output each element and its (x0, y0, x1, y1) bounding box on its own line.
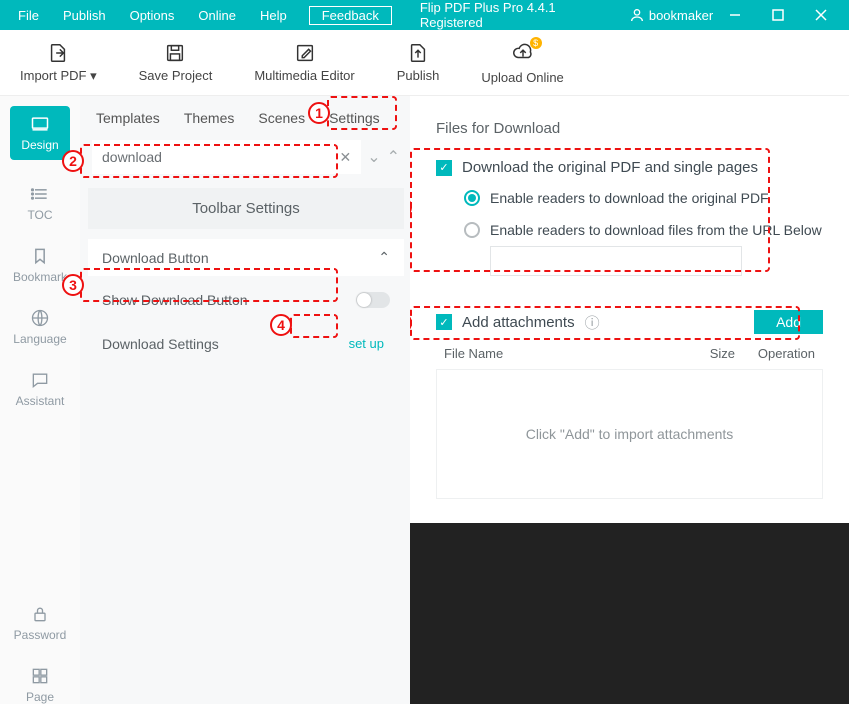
label-download-original: Download the original PDF and single pag… (462, 159, 758, 176)
section-toolbar-settings: Toolbar Settings (88, 188, 404, 229)
monitor-icon (30, 114, 50, 134)
label-download-settings: Download Settings (102, 336, 219, 352)
menu-publish[interactable]: Publish (51, 8, 118, 23)
window-maximize[interactable] (756, 0, 799, 30)
annotation-6: 6 (410, 312, 412, 334)
tab-toc[interactable]: TOC (10, 184, 70, 222)
dialog-title: Files for Download (436, 120, 823, 137)
window-minimize[interactable] (713, 0, 756, 30)
cloud-upload-icon (512, 41, 534, 63)
tab-design[interactable]: Design (10, 106, 70, 160)
accordion-download-button[interactable]: Download Button ⌃ (88, 239, 404, 276)
row-download-original: ✓ Download the original PDF and single p… (436, 159, 823, 176)
tab-themes[interactable]: Themes (184, 110, 235, 126)
annotation-1: 1 (308, 102, 330, 124)
publish-icon (407, 42, 429, 64)
label-show-download-button: Show Download Button (102, 292, 248, 308)
menu-file[interactable]: File (6, 8, 51, 23)
tab-scenes[interactable]: Scenes (258, 110, 305, 126)
label-radio-original: Enable readers to download the original … (490, 190, 769, 206)
download-mode-radiogroup: Enable readers to download the original … (436, 190, 823, 238)
label-add-attachments: Add attachments (462, 314, 575, 331)
menu-options[interactable]: Options (118, 8, 187, 23)
row-download-settings: Download Settings set up (88, 324, 404, 363)
chat-icon (30, 370, 50, 390)
username: bookmaker (649, 8, 713, 23)
save-icon (164, 42, 186, 64)
expand-all-icon[interactable]: ⌄ (367, 147, 380, 167)
add-attachment-button[interactable]: Add (754, 310, 823, 334)
collapse-all-icon[interactable]: ⌃ (387, 147, 400, 167)
radio-original-pdf[interactable] (464, 190, 480, 206)
row-show-download-button: Show Download Button (88, 282, 404, 318)
radio-from-url[interactable] (464, 222, 480, 238)
label-radio-url: Enable readers to download files from th… (490, 222, 822, 238)
annotation-3: 3 (62, 274, 84, 296)
menu-help[interactable]: Help (248, 8, 299, 23)
publish-button[interactable]: Publish (397, 42, 440, 83)
grid-icon (30, 666, 50, 686)
attachments-table-empty: Click "Add" to import attachments (436, 369, 823, 499)
menu-online[interactable]: Online (186, 8, 248, 23)
feedback-button[interactable]: Feedback (309, 6, 392, 25)
checkbox-add-attachments[interactable]: ✓ (436, 314, 452, 330)
tab-page[interactable]: Page (10, 666, 70, 704)
upload-online-button[interactable]: Upload Online (481, 41, 563, 85)
import-pdf-button[interactable]: Import PDF ▾ (20, 42, 97, 84)
user-account[interactable]: bookmaker (629, 7, 713, 23)
multimedia-editor-button[interactable]: Multimedia Editor (254, 42, 354, 83)
annotation-4: 4 (270, 314, 292, 336)
search-box[interactable]: ✕ (92, 140, 361, 174)
globe-icon (30, 308, 50, 328)
app-title: Flip PDF Plus Pro 4.4.1 Registered (420, 0, 619, 30)
window-close[interactable] (800, 0, 843, 30)
checkbox-download-original[interactable]: ✓ (436, 160, 452, 176)
tab-language[interactable]: Language (10, 308, 70, 346)
col-file-name: File Name (444, 346, 685, 361)
save-project-button[interactable]: Save Project (139, 42, 213, 83)
panel-tabs: Templates Themes Scenes Settings (88, 110, 404, 140)
settings-panel: Templates Themes Scenes Settings ✕ ⌄ ⌃ T… (80, 96, 410, 704)
tab-templates[interactable]: Templates (96, 110, 160, 126)
tab-settings[interactable]: Settings (329, 110, 380, 126)
download-files-dialog: Files for Download ✓ Download the origin… (410, 96, 849, 523)
toggle-show-download[interactable] (356, 292, 390, 308)
right-panel-backdrop: ✕ Files for Download ✓ Download the orig… (410, 96, 849, 704)
annotation-2: 2 (62, 150, 84, 172)
import-icon (47, 42, 69, 64)
help-icon[interactable]: ⓘ (585, 312, 600, 333)
lock-icon (30, 604, 50, 624)
user-icon (629, 7, 645, 23)
attachments-table-header: File Name Size Operation (436, 334, 823, 369)
main-area: Design TOC Bookmark Language Assistant P… (0, 96, 849, 704)
tab-bookmark[interactable]: Bookmark (10, 246, 70, 284)
chevron-up-icon: ⌃ (378, 249, 390, 266)
col-size: Size (685, 346, 735, 361)
annotation-5: 5 (410, 196, 412, 218)
main-toolbar: Import PDF ▾ Save Project Multimedia Edi… (0, 30, 849, 96)
edit-icon (294, 42, 316, 64)
tab-assistant[interactable]: Assistant (10, 370, 70, 408)
tab-password[interactable]: Password (10, 604, 70, 642)
left-sidebar: Design TOC Bookmark Language Assistant P… (0, 96, 80, 704)
clear-search-icon[interactable]: ✕ (339, 149, 351, 166)
col-operation: Operation (735, 346, 815, 361)
url-input[interactable] (490, 246, 742, 276)
search-input[interactable] (102, 149, 339, 165)
titlebar: File Publish Options Online Help Feedbac… (0, 0, 849, 30)
set-up-button[interactable]: set up (343, 334, 390, 353)
list-icon (30, 184, 50, 204)
bookmark-icon (30, 246, 50, 266)
